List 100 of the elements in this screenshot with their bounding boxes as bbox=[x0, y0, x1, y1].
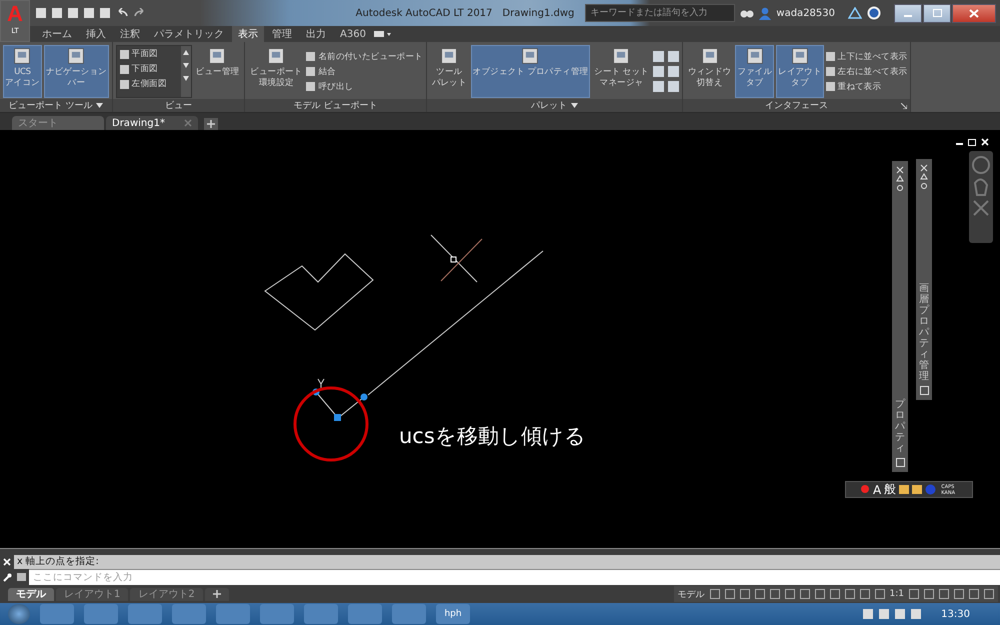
ribbon-tool-button[interactable]: ビューポート 環境設定 bbox=[248, 45, 304, 98]
status-toggle-icon[interactable] bbox=[844, 589, 855, 599]
ribbon-small-button[interactable]: 重ねて表示 bbox=[826, 80, 908, 94]
tool-icon bbox=[13, 47, 32, 65]
status-toggle-icon[interactable] bbox=[874, 589, 885, 599]
command-prompt-icon bbox=[17, 573, 26, 581]
ribbon-tab[interactable]: 表示 bbox=[232, 26, 264, 42]
dialog-launcher-icon[interactable] bbox=[901, 103, 908, 109]
triangle-icon[interactable] bbox=[848, 7, 862, 19]
ribbon-small-button[interactable]: 結合 bbox=[306, 64, 423, 78]
conversion-mode-text[interactable]: 般 bbox=[884, 481, 896, 498]
view-list-item[interactable]: 平面図 bbox=[120, 47, 178, 61]
ribbon-small-button[interactable]: 上下に並べて表示 bbox=[826, 50, 908, 64]
layout-tab[interactable]: レイアウト2 bbox=[130, 588, 203, 600]
ribbon-tab[interactable]: A360 bbox=[334, 28, 372, 40]
status-toggle-icon[interactable] bbox=[740, 589, 750, 599]
caret-icon[interactable] bbox=[96, 103, 104, 108]
palette-icon[interactable] bbox=[896, 458, 904, 467]
palette-icon[interactable] bbox=[920, 386, 928, 395]
annotation-scale-button[interactable]: 1:1 bbox=[890, 589, 904, 599]
ribbon-tool-button[interactable]: オブジェクト プロパティ管理 bbox=[470, 45, 590, 98]
clock[interactable]: 13:30 bbox=[941, 608, 970, 620]
layout-tab[interactable]: レイアウト1 bbox=[56, 588, 128, 600]
status-toggle-icon[interactable] bbox=[724, 589, 735, 599]
command-line-field[interactable]: ここにコマンドを入力 bbox=[29, 569, 1000, 585]
panel-title[interactable]: パレット bbox=[530, 99, 567, 112]
collapsed-palette[interactable]: 画層プロパティ管理 bbox=[916, 159, 932, 400]
tray-icon[interactable] bbox=[863, 609, 874, 619]
close-icon[interactable] bbox=[3, 558, 11, 566]
ribbon-tab[interactable]: 挿入 bbox=[80, 26, 112, 42]
status-toggle-icon[interactable] bbox=[860, 589, 870, 599]
ribbon-tool-button[interactable]: ファイル タブ bbox=[735, 45, 774, 98]
viewport-close-button[interactable] bbox=[980, 137, 990, 147]
ribbon-tab[interactable]: 注釈 bbox=[114, 26, 146, 42]
user-icon[interactable] bbox=[759, 6, 772, 20]
redo-icon[interactable] bbox=[134, 8, 146, 18]
status-toggle-icon[interactable] bbox=[814, 589, 825, 599]
status-toggle-icon[interactable] bbox=[770, 589, 780, 599]
close-tab-icon[interactable] bbox=[184, 119, 192, 127]
viewport-restore-button[interactable] bbox=[967, 137, 977, 147]
ribbon-tool-button[interactable]: ナビゲーション バー bbox=[44, 45, 109, 98]
new-tab-button[interactable] bbox=[204, 118, 218, 130]
panel-toggle-icon[interactable] bbox=[374, 30, 392, 38]
ribbon-tool-button[interactable]: レイアウト タブ bbox=[776, 45, 824, 98]
status-toggle-icon[interactable] bbox=[784, 589, 795, 599]
tray-icon[interactable] bbox=[911, 609, 922, 619]
close-button[interactable] bbox=[952, 4, 996, 22]
new-layout-button[interactable] bbox=[204, 588, 229, 600]
palette-title[interactable]: プロパティ bbox=[895, 399, 905, 454]
palette-icon[interactable] bbox=[652, 51, 664, 62]
palette-icon[interactable] bbox=[652, 66, 664, 77]
wrench-icon[interactable] bbox=[2, 572, 12, 582]
palette-icon[interactable] bbox=[652, 81, 664, 92]
ucs-icon bbox=[312, 378, 368, 421]
palette-title[interactable]: 画層プロパティ管理 bbox=[919, 283, 929, 382]
undo-icon[interactable] bbox=[116, 8, 128, 18]
palette-controls-icon[interactable] bbox=[896, 166, 904, 192]
scroll-up-icon[interactable] bbox=[182, 50, 189, 55]
ribbon-tool-button[interactable]: シート セット マネージャ bbox=[592, 45, 651, 98]
document-tab[interactable]: Drawing1* bbox=[106, 116, 198, 130]
ribbon-small-button[interactable]: 左右に並べて表示 bbox=[826, 64, 908, 78]
scroll-down-icon[interactable] bbox=[182, 63, 189, 68]
expand-list-icon[interactable] bbox=[182, 76, 189, 81]
tray-icon[interactable] bbox=[895, 609, 906, 619]
ribbon-tool-button[interactable]: ビュー管理 bbox=[194, 45, 242, 98]
user-name[interactable]: wada28530 bbox=[776, 8, 835, 18]
ribbon-tool-button[interactable]: ウィンドウ 切替え bbox=[686, 45, 734, 98]
start-button[interactable] bbox=[8, 604, 30, 624]
ribbon-small-button[interactable]: 呼び出し bbox=[306, 80, 423, 94]
palette-icon[interactable] bbox=[668, 51, 679, 62]
ribbon-tab[interactable]: 管理 bbox=[266, 26, 298, 42]
ribbon-tool-button[interactable]: UCS アイコン bbox=[3, 45, 42, 98]
tool-icon bbox=[746, 47, 764, 65]
collapsed-palette[interactable]: プロパティ bbox=[892, 161, 908, 472]
view-list-item[interactable]: 左側面図 bbox=[120, 77, 178, 91]
status-toggle-icon[interactable] bbox=[710, 589, 720, 599]
status-toggle-icon[interactable] bbox=[830, 589, 840, 599]
status-toggle-icon[interactable] bbox=[754, 589, 765, 599]
palette-icon[interactable] bbox=[668, 81, 679, 92]
caret-icon[interactable] bbox=[570, 103, 578, 108]
model-space-button[interactable]: モデル bbox=[678, 588, 705, 600]
ribbon-tab[interactable]: 出力 bbox=[300, 26, 332, 42]
status-toggle-icon[interactable] bbox=[800, 589, 810, 599]
ribbon-tab[interactable]: ホーム bbox=[36, 26, 78, 42]
tool-icon bbox=[612, 47, 630, 65]
layout-tab[interactable]: モデル bbox=[8, 588, 54, 600]
input-mode-text[interactable]: A bbox=[873, 482, 882, 496]
ribbon-tool-button[interactable]: ツール パレット bbox=[430, 45, 469, 98]
minimize-button[interactable] bbox=[894, 4, 922, 22]
plus-icon bbox=[207, 120, 215, 128]
plus-icon bbox=[212, 590, 221, 598]
ribbon-tab[interactable]: パラメトリック bbox=[148, 26, 230, 42]
palette-icon[interactable] bbox=[668, 66, 679, 77]
ribbon-small-button[interactable]: 名前の付いたビューポート bbox=[306, 50, 423, 64]
tray-icon[interactable] bbox=[879, 609, 890, 619]
taskbar-app-button[interactable]: hph bbox=[436, 604, 470, 624]
search-field[interactable]: キーワードまたは語句を入力 bbox=[585, 4, 736, 22]
maximize-button[interactable] bbox=[923, 4, 951, 22]
view-list-item[interactable]: 下面図 bbox=[120, 62, 178, 76]
palette-controls-icon[interactable] bbox=[920, 164, 928, 190]
